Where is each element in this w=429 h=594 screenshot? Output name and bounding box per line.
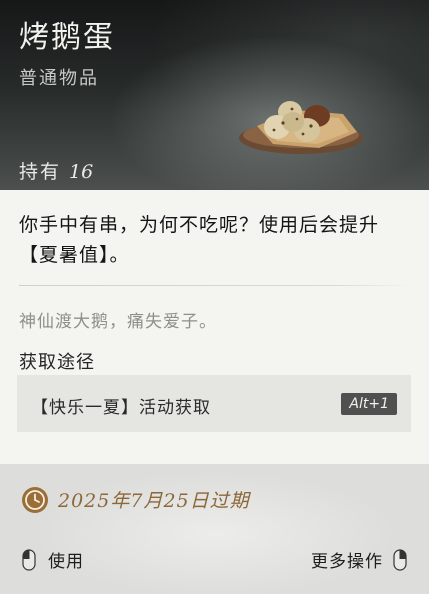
acquire-source-row[interactable]: 【快乐一夏】活动获取 Alt+1 xyxy=(17,375,411,432)
roast-eggs-plate-icon xyxy=(239,101,363,154)
use-action[interactable]: 使用 xyxy=(22,547,84,572)
clock-icon xyxy=(22,486,48,513)
hold-count-row: 持有 16 xyxy=(19,157,93,184)
expiry-row: 2025年7月25日过期 xyxy=(22,486,250,513)
more-actions-label: 更多操作 xyxy=(311,552,383,572)
hotkey-badge: Alt+1 xyxy=(341,393,397,415)
acquire-source-label: 【快乐一夏】活动获取 xyxy=(31,398,211,418)
hold-count: 16 xyxy=(69,161,94,183)
item-tooltip: 烤鹅蛋 普通物品 持有 16 你手中有串，为何不吃呢？使用后会提升【夏暑值】。 … xyxy=(0,0,429,594)
item-name: 烤鹅蛋 xyxy=(19,20,115,55)
tooltip-body: 你手中有串，为何不吃呢？使用后会提升【夏暑值】。 神仙渡大鹅，痛失爱子。 获取途… xyxy=(0,190,429,464)
item-description: 你手中有串，为何不吃呢？使用后会提升【夏暑值】。 xyxy=(19,214,380,266)
mouse-right-click-icon xyxy=(393,548,407,571)
hold-label: 持有 xyxy=(19,161,62,183)
acquire-title: 获取途径 xyxy=(19,352,95,373)
item-quality: 普通物品 xyxy=(19,68,99,89)
mouse-left-click-icon xyxy=(22,548,36,571)
more-actions[interactable]: 更多操作 xyxy=(311,547,407,572)
divider xyxy=(19,285,411,286)
tooltip-header: 烤鹅蛋 普通物品 持有 16 xyxy=(0,0,429,190)
use-label: 使用 xyxy=(48,552,84,572)
expiry-date: 2025年7月25日过期 xyxy=(58,490,250,512)
flavor-text: 神仙渡大鹅，痛失爱子。 xyxy=(19,312,217,332)
tooltip-footer: 2025年7月25日过期 使用 更多操作 xyxy=(0,464,429,594)
